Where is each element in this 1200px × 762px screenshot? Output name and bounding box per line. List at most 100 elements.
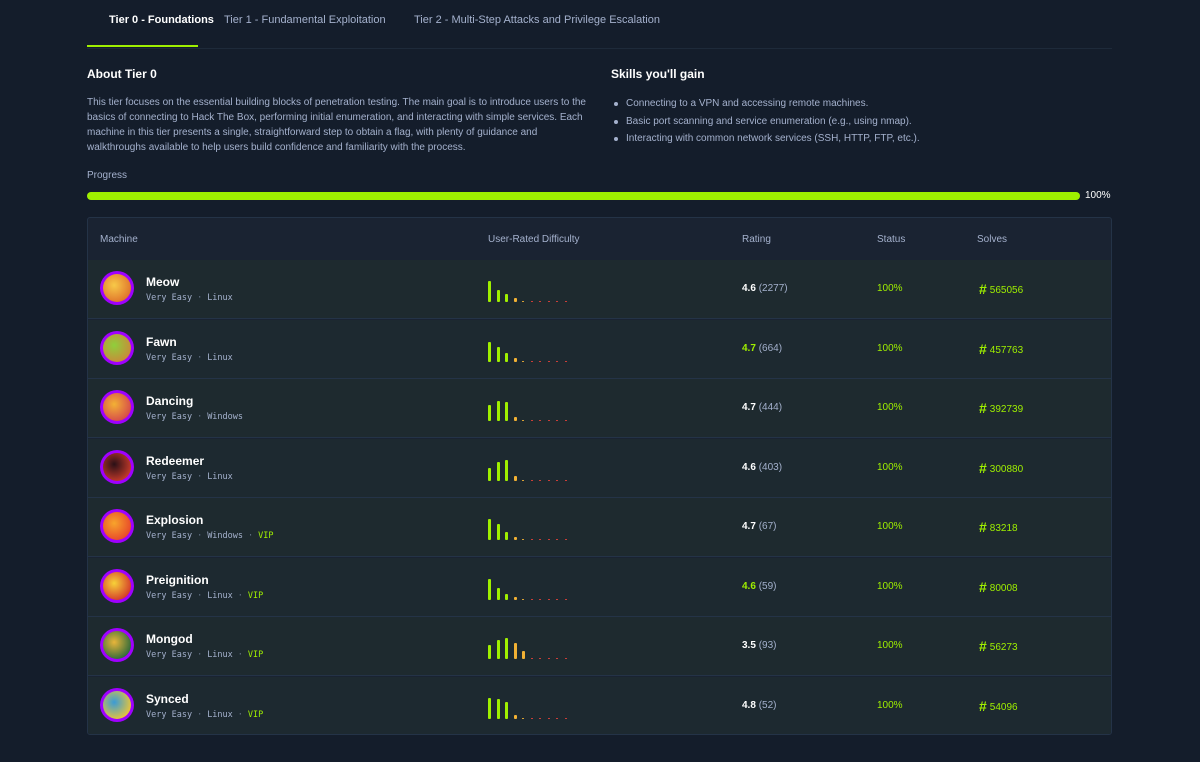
- table-row[interactable]: Dancing Very Easy · Windows 4.7 (444) 100% #39…: [88, 379, 1111, 438]
- difficulty-bar: [556, 360, 558, 362]
- machine-os: Linux: [207, 650, 233, 660]
- difficulty-bar: [556, 420, 558, 421]
- table-row[interactable]: Preignition Very Easy · Linux · VIP 4.6 (59) 10…: [88, 557, 1111, 617]
- machine-difficulty: Very Easy: [146, 590, 193, 601]
- machine-name[interactable]: Dancing: [146, 394, 193, 408]
- hashtag-icon: #: [979, 697, 987, 714]
- difficulty-bar: [513, 537, 517, 540]
- machine-difficulty: Very Easy: [146, 531, 193, 541]
- solves-count: 457763: [989, 344, 1024, 356]
- difficulty-bar: [488, 645, 491, 659]
- hashtag-icon: #: [979, 578, 987, 595]
- machine-meta: Very Easy · Windows: [146, 412, 243, 422]
- table-row[interactable]: Explosion Very Easy · Windows · VIP 4.7 (67) 10…: [88, 498, 1111, 557]
- rating-count: (67): [758, 521, 777, 532]
- header-rating[interactable]: Rating: [742, 234, 771, 245]
- header-solves[interactable]: Solves: [977, 234, 1007, 245]
- machine-avatar[interactable]: [100, 390, 134, 424]
- difficulty-bar: [564, 360, 567, 362]
- hashtag-icon: #: [979, 340, 987, 357]
- meta-separator: ·: [237, 590, 243, 601]
- about-description: This tier focuses on the essential build…: [87, 97, 586, 153]
- header-machine[interactable]: Machine: [100, 234, 138, 245]
- machine-avatar[interactable]: [100, 568, 134, 603]
- machine-name[interactable]: Preignition: [146, 573, 209, 587]
- rating-value: 4.6: [742, 580, 756, 592]
- difficulty-bar: [539, 658, 541, 659]
- tab-tier-1[interactable]: Tier 1 - Fundamental Exploitation: [224, 14, 386, 26]
- table-row[interactable]: Synced Very Easy · Linux · VIP 4.8 (52) 100% #54…: [88, 676, 1111, 734]
- machine-status: 100%: [877, 521, 903, 532]
- machine-logo-icon: [103, 512, 131, 540]
- difficulty-bar: [539, 539, 541, 540]
- table-row[interactable]: Mongod Very Easy · Linux · VIP 3.5 (93) 100% #56…: [88, 617, 1111, 676]
- meta-separator: ·: [197, 293, 203, 303]
- difficulty-bar: [513, 643, 517, 659]
- machine-avatar[interactable]: [100, 330, 134, 365]
- machine-name[interactable]: Mongod: [146, 632, 193, 646]
- hashtag-icon: #: [979, 638, 987, 654]
- difficulty-bar: [522, 301, 524, 302]
- machine-avatar[interactable]: [100, 509, 134, 543]
- machine-os: Linux: [207, 352, 233, 363]
- machine-name[interactable]: Explosion: [146, 513, 203, 527]
- rating-value: 4.6: [742, 461, 756, 473]
- difficulty-bar: [505, 638, 508, 659]
- difficulty-bar: [522, 420, 524, 421]
- rating-count: (59): [758, 580, 777, 592]
- difficulty-bar: [522, 479, 524, 481]
- header-difficulty[interactable]: User-Rated Difficulty: [488, 234, 580, 245]
- machine-avatar[interactable]: [100, 449, 134, 484]
- tab-tier-0[interactable]: Tier 0 - Foundations: [109, 14, 214, 26]
- rating-count: (2277): [758, 283, 788, 294]
- machine-os: Linux: [207, 709, 233, 720]
- machine-avatar[interactable]: [100, 687, 134, 722]
- machine-difficulty: Very Easy: [146, 709, 193, 720]
- header-status[interactable]: Status: [877, 234, 905, 245]
- machine-logo-icon: [103, 631, 131, 659]
- difficulty-bar: [488, 697, 491, 719]
- difficulty-bar: [488, 405, 491, 421]
- meta-separator: ·: [248, 531, 254, 541]
- difficulty-bar: [488, 578, 491, 600]
- rating-count: (93): [758, 640, 777, 651]
- difficulty-bar: [530, 658, 533, 659]
- rating-count: (52): [758, 699, 777, 711]
- difficulty-bar: [496, 698, 500, 719]
- tab-tier-2[interactable]: Tier 2 - Multi-Step Attacks and Privileg…: [414, 14, 660, 26]
- solves-count: 300880: [989, 463, 1024, 475]
- machine-solves: #80008: [979, 579, 1018, 595]
- meta-separator: ·: [197, 531, 203, 541]
- difficulty-bar: [505, 593, 508, 600]
- difficulty-bar: [496, 461, 500, 481]
- machine-name[interactable]: Synced: [146, 692, 189, 706]
- machine-rating: 4.7 (444): [742, 402, 782, 413]
- machine-name[interactable]: Meow: [146, 275, 179, 289]
- machine-os: Linux: [207, 471, 233, 482]
- rating-count: (403): [758, 461, 783, 473]
- table-header: Machine User-Rated Difficulty Rating Sta…: [88, 218, 1111, 261]
- difficulty-bar: [530, 598, 533, 600]
- solves-count: 565056: [989, 285, 1024, 296]
- difficulty-bar: [547, 717, 550, 719]
- machine-rating: 3.5 (93): [742, 640, 776, 651]
- table-row[interactable]: Meow Very Easy · Linux 4.6 (2277) 100% #565056: [88, 260, 1111, 319]
- machine-logo-icon: [103, 333, 131, 362]
- rating-value: 4.8: [742, 699, 756, 711]
- difficulty-bar: [513, 298, 517, 302]
- machine-avatar[interactable]: [100, 628, 134, 662]
- skill-item: Interacting with common network services…: [611, 130, 920, 148]
- rating-value: 4.7: [742, 402, 756, 413]
- skill-item: Connecting to a VPN and accessing remote…: [611, 95, 920, 113]
- difficulty-bar: [513, 714, 517, 719]
- meta-separator: ·: [197, 590, 203, 601]
- machine-name[interactable]: Fawn: [146, 335, 177, 349]
- difficulty-bar: [522, 717, 524, 719]
- difficulty-bar: [539, 717, 541, 719]
- skill-item: Basic port scanning and service enumerat…: [611, 113, 920, 131]
- table-row[interactable]: Fawn Very Easy · Linux 4.7 (664) 100% #457763: [88, 319, 1111, 379]
- machine-avatar[interactable]: [100, 271, 134, 305]
- table-row[interactable]: Redeemer Very Easy · Linux 4.6 (403) 100% #300…: [88, 438, 1111, 498]
- machine-name[interactable]: Redeemer: [146, 454, 204, 468]
- vip-badge: VIP: [247, 650, 264, 660]
